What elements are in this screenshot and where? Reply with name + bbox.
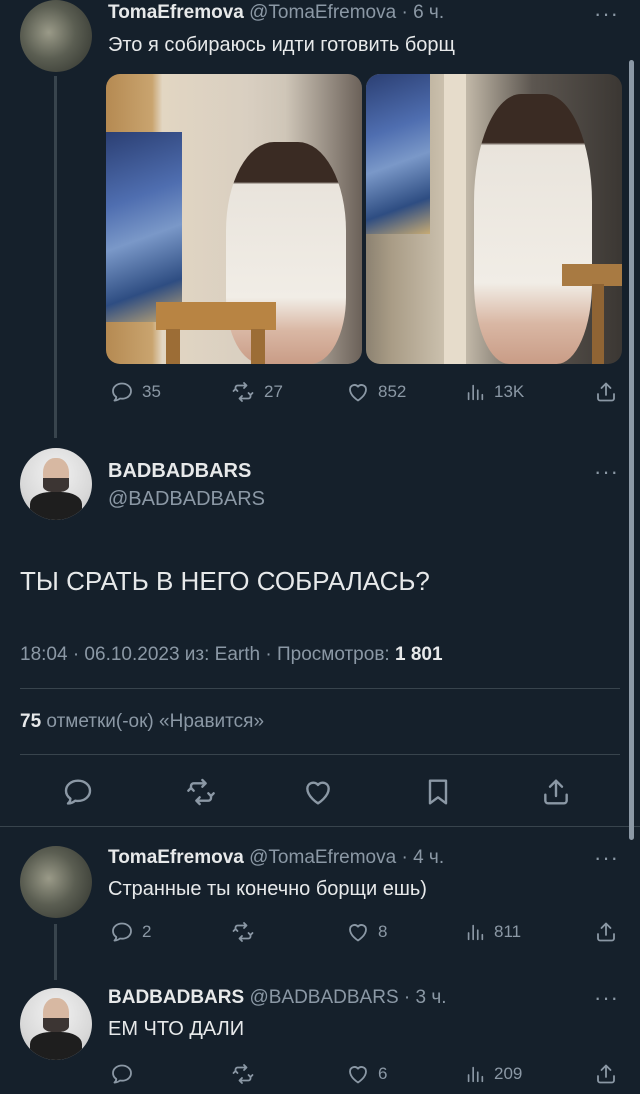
divider xyxy=(0,826,640,827)
tweet-meta: @TomaEfremova · 4 ч. xyxy=(249,847,445,868)
tweet-text: Это я собираюсь идти готовить борщ xyxy=(108,34,455,56)
avatar[interactable] xyxy=(20,448,92,520)
more-icon[interactable]: ··· xyxy=(594,3,619,26)
avatar[interactable] xyxy=(20,0,92,72)
reply-button[interactable]: 35 xyxy=(110,380,161,404)
tweet-text: Странные ты конечно борщи ешь) xyxy=(108,878,427,900)
share-button[interactable] xyxy=(594,1062,618,1086)
reply-button[interactable] xyxy=(110,1062,142,1086)
reply-icon xyxy=(110,1062,134,1086)
views-count: 811 xyxy=(494,922,522,941)
retweet-icon xyxy=(230,380,256,404)
more-icon[interactable]: ··· xyxy=(594,461,619,484)
author-name[interactable]: TomaEfremova xyxy=(108,2,244,23)
likes-label: отметки(-ок) «Нравится» xyxy=(46,711,265,732)
reply-count: 35 xyxy=(142,382,161,401)
like-button[interactable]: 6 xyxy=(346,1062,387,1086)
more-icon[interactable]: ··· xyxy=(594,847,619,870)
author-name[interactable]: BADBADBARS xyxy=(108,987,244,1008)
thread-line xyxy=(54,76,57,438)
tweet-meta: @TomaEfremova · 6 ч. xyxy=(249,2,445,23)
timestamp-source: 18:04 · 06.10.2023 из: Earth · Просмотро… xyxy=(20,644,395,665)
retweet-icon xyxy=(230,920,256,944)
heart-icon xyxy=(346,380,370,404)
share-button[interactable] xyxy=(540,776,572,808)
reply-count: 2 xyxy=(142,922,152,941)
tweet-header: TomaEfremova @TomaEfremova · 4 ч. xyxy=(108,847,444,869)
reply-button[interactable]: 2 xyxy=(110,920,151,944)
avatar[interactable] xyxy=(20,846,92,918)
share-icon xyxy=(594,1062,618,1086)
share-icon xyxy=(540,776,572,808)
reply-icon xyxy=(110,920,134,944)
painting-image xyxy=(106,132,182,322)
divider xyxy=(20,688,620,689)
reply-icon xyxy=(62,776,94,808)
likes-summary[interactable]: 75 отметки(-ок) «Нравится» xyxy=(20,711,264,733)
tweet-photo[interactable] xyxy=(106,74,362,364)
retweet-button[interactable]: 27 xyxy=(230,380,283,404)
like-count: 852 xyxy=(378,382,407,401)
tweet-text: ТЫ СРАТЬ В НЕГО СОБРАЛАСЬ? xyxy=(20,566,430,596)
like-button[interactable] xyxy=(302,776,334,808)
author-handle[interactable]: @BADBADBARS xyxy=(108,488,265,511)
views-button[interactable]: 13K xyxy=(464,380,524,404)
retweet-button[interactable] xyxy=(230,920,264,944)
like-button[interactable]: 852 xyxy=(346,380,406,404)
person-image xyxy=(226,142,346,364)
heart-icon xyxy=(346,920,370,944)
views-count: 13K xyxy=(494,382,525,401)
likes-total: 75 xyxy=(20,711,42,732)
heart-icon xyxy=(346,1062,370,1086)
views-icon xyxy=(464,380,486,404)
reply-icon xyxy=(110,380,134,404)
reply-button[interactable] xyxy=(62,776,94,808)
share-icon xyxy=(594,380,618,404)
divider xyxy=(20,754,620,755)
retweet-button[interactable] xyxy=(230,1062,264,1086)
tweet-text: ЕМ ЧТО ДАЛИ xyxy=(108,1018,245,1040)
views-total: 1 801 xyxy=(394,644,443,665)
bookmark-icon xyxy=(422,776,454,808)
views-button[interactable]: 811 xyxy=(464,920,521,944)
retweet-count: 27 xyxy=(264,382,283,401)
avatar[interactable] xyxy=(20,988,92,1060)
more-icon[interactable]: ··· xyxy=(594,987,619,1010)
tweet-header: BADBADBARS @BADBADBARS · 3 ч. xyxy=(108,987,447,1009)
like-count: 6 xyxy=(378,1064,388,1083)
views-button[interactable]: 209 xyxy=(464,1062,522,1086)
tweet-meta: 18:04 · 06.10.2023 из: Earth · Просмотро… xyxy=(20,644,443,666)
like-count: 8 xyxy=(378,922,388,941)
retweet-button[interactable] xyxy=(184,776,218,808)
share-icon xyxy=(594,920,618,944)
painting-image xyxy=(366,74,430,234)
retweet-icon xyxy=(230,1062,256,1086)
author-name[interactable]: BADBADBARS xyxy=(108,460,251,483)
tweet-meta: @BADBADBARS · 3 ч. xyxy=(249,987,447,1008)
thread-line xyxy=(54,924,57,980)
bookmark-button[interactable] xyxy=(422,776,454,808)
views-icon xyxy=(464,1062,486,1086)
views-count: 209 xyxy=(494,1064,523,1083)
tweet-photo[interactable] xyxy=(366,74,622,364)
tweet-header: TomaEfremova @TomaEfremova · 6 ч. xyxy=(108,2,444,24)
views-icon xyxy=(464,920,486,944)
like-button[interactable]: 8 xyxy=(346,920,387,944)
scrollbar[interactable] xyxy=(629,60,634,840)
retweet-icon xyxy=(184,776,218,808)
share-button[interactable] xyxy=(594,380,618,404)
share-button[interactable] xyxy=(594,920,618,944)
person-image xyxy=(474,94,592,364)
author-name[interactable]: TomaEfremova xyxy=(108,847,244,868)
heart-icon xyxy=(302,776,334,808)
